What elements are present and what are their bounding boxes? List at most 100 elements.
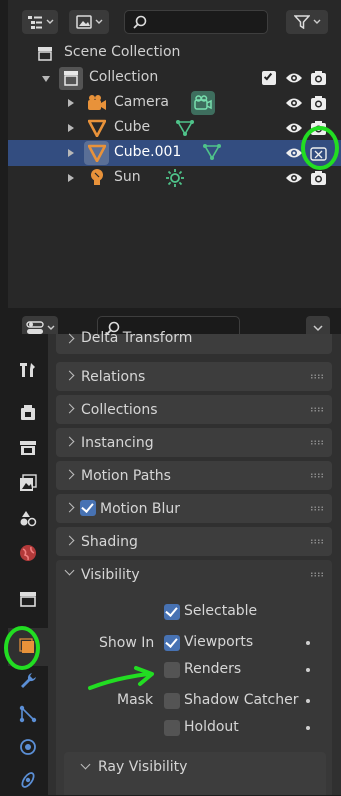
drag-handle[interactable] [310, 440, 324, 445]
panel-shading[interactable]: Shading [56, 527, 332, 556]
panel-title: Shading [81, 533, 138, 550]
tab-physics[interactable] [8, 730, 48, 763]
expand-toggle[interactable] [68, 174, 74, 182]
tab-constraints[interactable] [8, 763, 48, 796]
chevron-right-icon [64, 370, 75, 381]
tab-world[interactable] [8, 536, 48, 569]
outliner-row-cube[interactable]: Cube [8, 116, 341, 141]
chevron-down-icon [47, 325, 54, 330]
drag-handle[interactable] [310, 572, 324, 577]
expand-toggle[interactable] [68, 149, 74, 157]
chevron-right-icon [64, 502, 75, 513]
chevron-down-icon [64, 565, 75, 576]
editor-type-button[interactable] [22, 10, 58, 34]
mesh-object-icon [88, 119, 106, 137]
constraints-icon [21, 771, 35, 788]
mask-label: Mask [117, 692, 154, 708]
image-icon [75, 15, 92, 29]
drag-handle[interactable] [310, 506, 324, 511]
selectable-label: Selectable [184, 603, 258, 619]
drag-handle[interactable] [310, 539, 324, 544]
tab-modifiers[interactable] [8, 664, 48, 697]
display-mode-button[interactable] [69, 10, 109, 34]
tab-collection[interactable] [8, 582, 48, 615]
camera-render-icon[interactable] [310, 170, 327, 186]
outliner-row-sun[interactable]: Sun [8, 166, 341, 191]
camera-render-icon[interactable] [310, 95, 327, 111]
selectable-checkbox[interactable] [164, 604, 180, 620]
outliner-row-cube-001[interactable]: Cube.001 [8, 140, 341, 166]
tab-output[interactable] [8, 431, 48, 464]
chevron-down-icon [95, 19, 102, 24]
eye-icon[interactable] [285, 96, 303, 110]
eye-icon[interactable] [285, 71, 303, 85]
scene-icon [20, 510, 37, 526]
tab-render[interactable] [8, 396, 48, 429]
panel-relations[interactable]: Relations [56, 362, 332, 391]
wrench-icon [21, 672, 36, 688]
mesh-data-icon[interactable] [203, 143, 221, 161]
panel-delta-transform[interactable]: Delta Transform [56, 330, 332, 354]
tool-icon [20, 362, 35, 377]
panel-title: Visibility [81, 566, 140, 583]
expand-toggle[interactable] [68, 99, 74, 107]
chevron-right-icon [64, 535, 75, 546]
tab-scene[interactable] [8, 501, 48, 534]
panel-motion-blur[interactable]: Motion Blur [56, 494, 332, 523]
exclude-checkbox[interactable] [262, 71, 276, 85]
viewports-checkbox[interactable] [164, 635, 180, 651]
row-label: Sun [114, 169, 141, 185]
shadow-catcher-checkbox[interactable] [164, 693, 180, 709]
chevron-down-icon [313, 324, 323, 331]
drag-handle[interactable] [310, 407, 324, 412]
collapse-toggle[interactable] [42, 76, 50, 82]
mesh-data-icon[interactable] [176, 119, 194, 137]
particles-icon [19, 705, 37, 722]
renders-checkbox[interactable] [164, 662, 180, 678]
outliner-row-scene-collection[interactable]: Scene Collection [8, 41, 341, 66]
drag-handle[interactable] [310, 374, 324, 379]
subpanel-title: Ray Visibility [98, 759, 188, 775]
tab-tool[interactable] [8, 353, 48, 386]
chevron-down-icon [46, 19, 53, 24]
outliner-row-camera[interactable]: Camera [8, 91, 341, 116]
outliner-search-input[interactable] [124, 10, 268, 34]
chevron-right-icon [64, 333, 75, 344]
panel-collections[interactable]: Collections [56, 395, 332, 424]
keyframe-dot[interactable] [306, 726, 310, 730]
light-object-icon [91, 169, 103, 185]
expand-toggle[interactable] [68, 124, 74, 132]
row-label: Cube.001 [114, 144, 182, 160]
row-label: Camera [114, 94, 169, 110]
keyframe-dot[interactable] [306, 699, 310, 703]
renders-label: Renders [184, 661, 242, 677]
chevron-right-icon [64, 469, 75, 480]
keyframe-dot[interactable] [306, 668, 310, 672]
tab-particles[interactable] [8, 697, 48, 730]
panel-title: Delta Transform [81, 330, 193, 346]
panel-instancing[interactable]: Instancing [56, 428, 332, 457]
drag-handle[interactable] [310, 473, 324, 478]
viewports-label: Viewports [184, 634, 254, 650]
eye-icon[interactable] [285, 171, 303, 185]
panel-motion-paths[interactable]: Motion Paths [56, 461, 332, 490]
panel-title: Instancing [81, 434, 154, 451]
outliner-row-collection[interactable]: Collection [8, 66, 341, 91]
panel-title: Relations [81, 368, 146, 385]
subpanel-ray-visibility[interactable]: Ray Visibility [64, 752, 326, 795]
camera-render-icon[interactable] [310, 70, 327, 86]
light-data-icon[interactable] [166, 169, 184, 187]
panel-visibility[interactable]: Visibility [56, 560, 332, 589]
motion-blur-checkbox[interactable] [80, 500, 96, 516]
annotation-arrow [88, 666, 154, 690]
show-in-label: Show In [99, 635, 155, 651]
row-label: Collection [89, 69, 159, 85]
keyframe-dot[interactable] [306, 641, 310, 645]
physics-icon [20, 738, 36, 755]
tab-view-layer[interactable] [8, 466, 48, 499]
collection-icon [38, 47, 52, 61]
filter-button[interactable] [286, 10, 328, 34]
chevron-right-icon [64, 436, 75, 447]
holdout-checkbox[interactable] [164, 720, 180, 736]
camera-data-icon[interactable] [191, 91, 215, 115]
